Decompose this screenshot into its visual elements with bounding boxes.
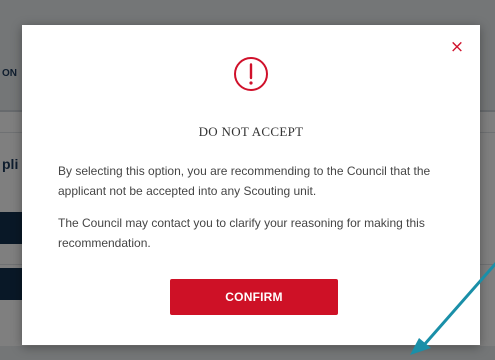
do-not-accept-dialog: × DO NOT ACCEPT By selecting this option… [22,25,480,345]
dialog-title: DO NOT ACCEPT [198,124,304,139]
confirm-button[interactable]: CONFIRM [170,279,338,315]
dialog-note: The Council may contact you to clarify y… [58,216,425,250]
close-icon[interactable]: × [449,39,465,56]
exclamation-circle-icon [234,57,268,91]
dialog-description: By selecting this option, you are recomm… [58,164,431,198]
